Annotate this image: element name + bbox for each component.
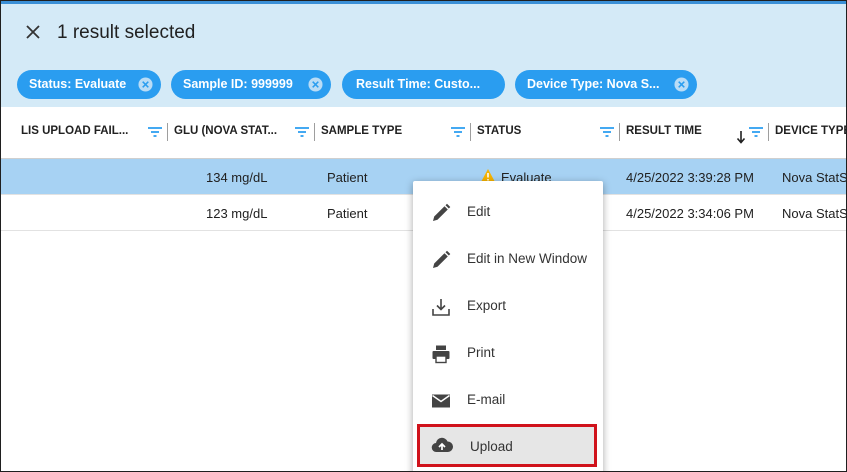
sort-descending-icon[interactable] — [736, 130, 746, 144]
cell-result-time: 4/25/2022 3:34:06 PM — [626, 206, 754, 221]
menu-item-label: Export — [467, 298, 507, 313]
selection-count: 1 result selected — [57, 22, 196, 43]
menu-item-label: E-mail — [467, 392, 506, 407]
column-divider[interactable] — [314, 123, 315, 141]
menu-item-edit-new-window[interactable]: Edit in New Window — [413, 236, 603, 283]
cell-device: Nova StatStrip — [782, 206, 847, 221]
column-filter-icon[interactable] — [748, 126, 764, 138]
filter-chip-label: Sample ID: 999999 — [183, 77, 293, 91]
results-window: 1 result selected Status: Evaluate Sampl… — [0, 0, 847, 472]
pencil-icon — [433, 203, 451, 221]
cell-glu: 123 mg/dL — [206, 206, 268, 221]
column-header-lis-upload[interactable]: LIS UPLOAD FAIL... — [21, 125, 128, 137]
column-header-sample-type[interactable]: SAMPLE TYPE — [321, 125, 402, 137]
menu-item-label: Edit — [467, 204, 491, 219]
cell-glu: 134 mg/dL — [206, 170, 268, 185]
menu-item-edit[interactable]: Edit — [413, 189, 603, 236]
column-divider[interactable] — [619, 123, 620, 141]
column-divider[interactable] — [768, 123, 769, 141]
filter-chip-device-type[interactable]: Device Type: Nova S... — [515, 70, 697, 99]
menu-item-export[interactable]: Export — [413, 283, 603, 330]
column-header-device-type[interactable]: DEVICE TYPE — [775, 125, 846, 137]
pencil-icon — [433, 250, 451, 268]
column-filter-icon[interactable] — [450, 126, 466, 138]
column-header-glu[interactable]: GLU (NOVA STAT... — [174, 125, 277, 137]
column-filter-icon[interactable] — [294, 126, 310, 138]
menu-item-upload[interactable]: Upload — [417, 424, 597, 467]
column-divider[interactable] — [470, 123, 471, 141]
menu-item-label: Upload — [470, 439, 513, 454]
menu-item-print[interactable]: Print — [413, 330, 603, 377]
filter-chip-result-time[interactable]: Result Time: Custo... — [342, 70, 505, 99]
cell-device: Nova StatStrip — [782, 170, 847, 185]
clear-filter-icon[interactable] — [308, 77, 323, 92]
column-divider[interactable] — [167, 123, 168, 141]
cell-sample-type: Patient — [327, 170, 368, 185]
column-filter-icon[interactable] — [147, 126, 163, 138]
column-header-result-time[interactable]: RESULT TIME — [626, 125, 702, 137]
filter-chip-sample-id[interactable]: Sample ID: 999999 — [171, 70, 331, 99]
close-icon[interactable] — [24, 23, 42, 41]
table-header: LIS UPLOAD FAIL... GLU (NOVA STAT... SAM… — [1, 107, 846, 159]
filter-chips: Status: Evaluate Sample ID: 999999 Resul… — [1, 62, 846, 107]
cell-sample-type: Patient — [327, 206, 368, 221]
menu-item-label: Print — [467, 345, 495, 360]
printer-icon — [432, 345, 450, 364]
cell-result-time: 4/25/2022 3:39:28 PM — [626, 170, 754, 185]
filter-chip-label: Device Type: Nova S... — [527, 77, 660, 91]
menu-item-email[interactable]: E-mail — [413, 377, 603, 424]
cloud-upload-icon — [431, 437, 453, 453]
envelope-icon — [432, 394, 450, 408]
column-filter-icon[interactable] — [599, 126, 615, 138]
filter-chip-status[interactable]: Status: Evaluate — [17, 70, 161, 99]
clear-filter-icon[interactable] — [674, 77, 689, 92]
selection-bar: 1 result selected — [1, 1, 846, 62]
clear-filter-icon[interactable] — [138, 77, 153, 92]
column-header-status[interactable]: STATUS — [477, 125, 521, 137]
menu-item-label: Edit in New Window — [467, 251, 588, 266]
filter-chip-label: Status: Evaluate — [29, 77, 127, 91]
filter-chip-label: Result Time: Custo... — [356, 77, 481, 91]
download-tray-icon — [432, 299, 450, 316]
